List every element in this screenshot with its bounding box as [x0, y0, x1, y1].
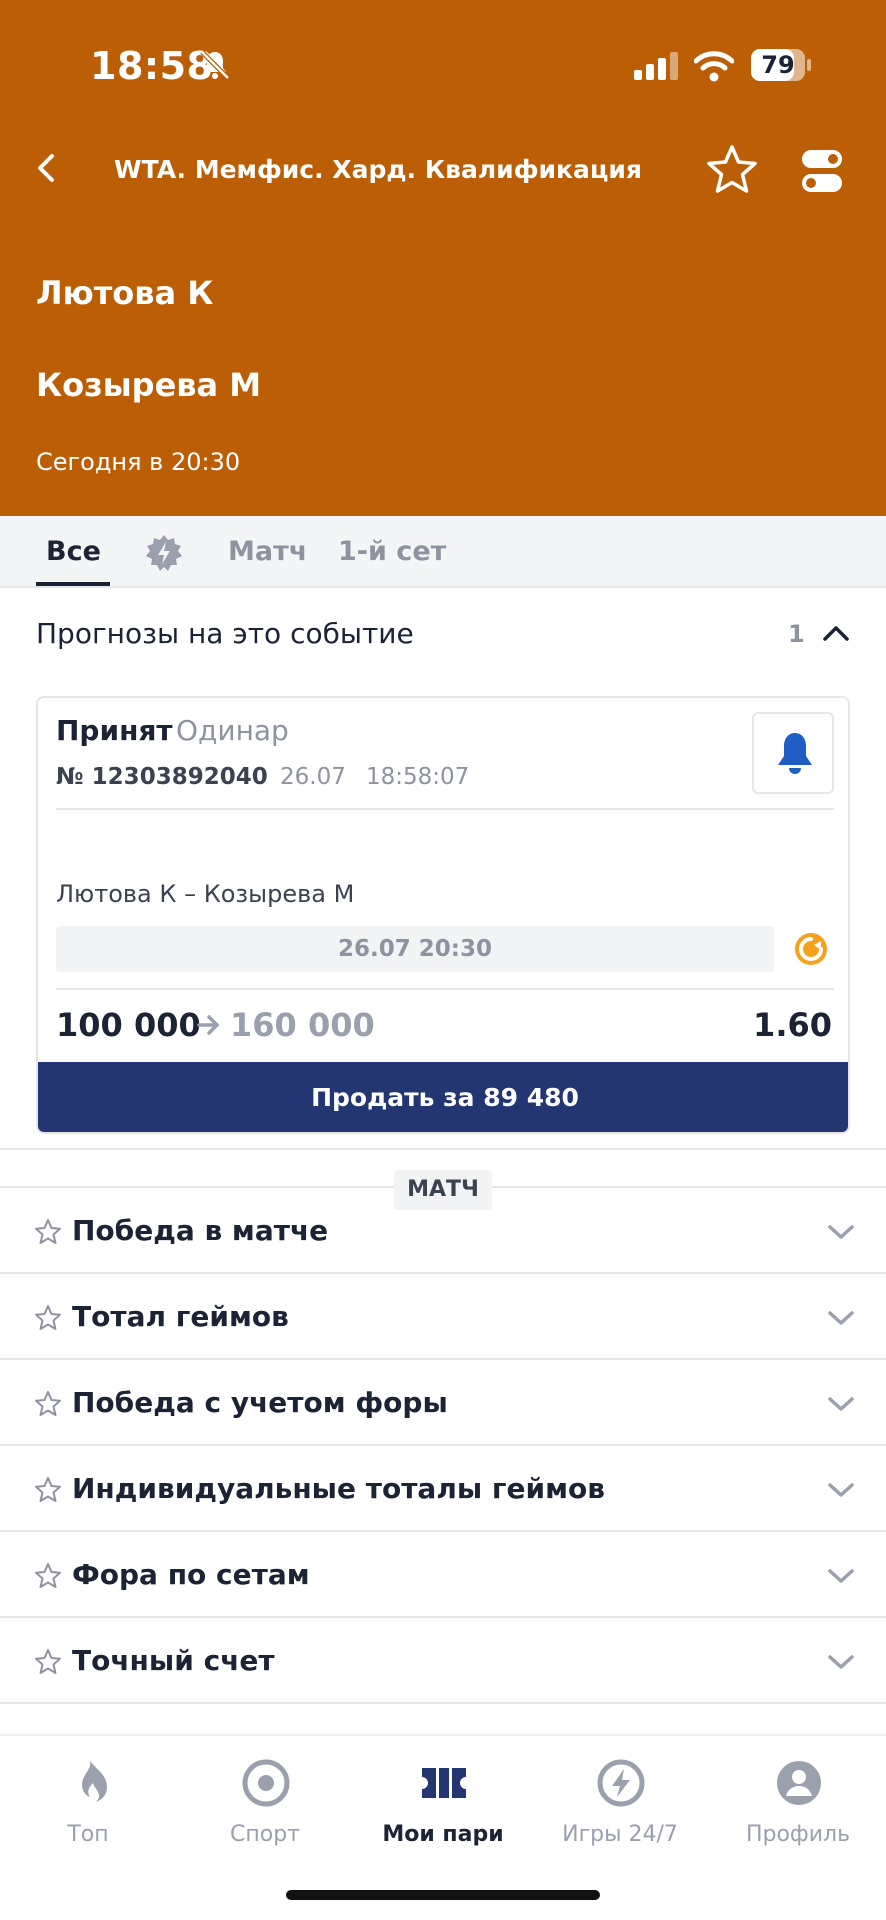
bet-time: 18:58:07 — [366, 764, 470, 790]
star-outline-icon[interactable] — [34, 1476, 62, 1504]
bet-number: № 12303892040 — [56, 764, 268, 790]
card-divider — [56, 808, 834, 810]
nav-item-top[interactable]: Топ — [8, 1750, 168, 1850]
notify-button[interactable] — [752, 712, 834, 794]
battery-level: 79 — [761, 51, 795, 79]
active-tab-indicator — [36, 582, 110, 586]
tab-first-set[interactable]: 1-й сет — [338, 536, 446, 567]
star-outline-icon[interactable] — [34, 1218, 62, 1246]
chevron-down-icon[interactable] — [826, 1650, 856, 1674]
boost-badge-icon[interactable] — [145, 534, 183, 572]
market-row-individual-totals[interactable]: Индивидуальные тоталы геймов — [0, 1446, 886, 1532]
status-time: 18:58 — [90, 44, 214, 88]
bet-payout: 160 000 — [230, 1006, 375, 1044]
bell-muted-icon — [200, 50, 230, 80]
nav-item-my-bets[interactable]: Мои пари — [363, 1750, 523, 1850]
tab-match[interactable]: Матч — [228, 536, 307, 567]
market-label: Фора по сетам — [72, 1558, 310, 1591]
nav-label: Топ — [67, 1822, 109, 1847]
nav-item-games[interactable]: Игры 24/7 — [540, 1750, 700, 1850]
user-icon — [777, 1761, 821, 1805]
market-label: Победа с учетом форы — [72, 1386, 448, 1419]
nav-item-profile[interactable]: Профиль — [718, 1750, 878, 1850]
wifi-icon — [694, 51, 734, 82]
bet-odds: 1.60 — [753, 1006, 832, 1044]
event-datetime-bar: 26.07 20:30 — [56, 926, 774, 972]
bet-stake: 100 000 — [56, 1006, 201, 1044]
tab-all[interactable]: Все — [46, 536, 101, 567]
market-row-exact-score[interactable]: Точный счет — [0, 1618, 886, 1704]
bet-status: Принят — [56, 714, 173, 747]
event-header: 18:58 79 WTA. Мемфис. Хард. Квалификация… — [0, 0, 886, 516]
market-label: Победа в матче — [72, 1214, 329, 1247]
sell-bet-button[interactable]: Продать за 89 480 — [38, 1062, 848, 1132]
bet-card: Принят Одинар № 12303892040 26.07 18:58:… — [36, 696, 850, 1134]
pending-status-icon — [795, 933, 827, 965]
nav-label: Спорт — [230, 1822, 300, 1847]
chevron-down-icon[interactable] — [826, 1392, 856, 1416]
predictions-title[interactable]: Прогнозы на это событие — [36, 617, 414, 650]
bet-date: 26.07 — [280, 764, 346, 790]
nav-item-sport[interactable]: Спорт — [185, 1750, 345, 1850]
bet-match-name: Лютова К – Козырева М — [56, 880, 355, 908]
chevron-down-icon[interactable] — [826, 1564, 856, 1588]
chevron-down-icon[interactable] — [826, 1306, 856, 1330]
star-outline-icon[interactable] — [34, 1304, 62, 1332]
settings-toggle-icon[interactable] — [800, 148, 844, 194]
nav-label: Игры 24/7 — [562, 1822, 678, 1847]
bell-icon — [778, 733, 812, 774]
flame-icon — [82, 1761, 107, 1802]
star-outline-icon[interactable] — [34, 1648, 62, 1676]
market-row-set-handicap[interactable]: Фора по сетам — [0, 1532, 886, 1618]
event-start-time: Сегодня в 20:30 — [36, 448, 241, 476]
ticket-icon — [422, 1768, 466, 1798]
league-title: WTA. Мемфис. Хард. Квалификация — [114, 155, 642, 184]
cellular-signal-icon — [634, 52, 678, 80]
player-two-name: Козырева М — [36, 366, 262, 404]
chevron-down-icon[interactable] — [826, 1478, 856, 1502]
market-row-match-winner[interactable]: Победа в матче — [0, 1188, 886, 1274]
favorite-star-icon[interactable] — [706, 144, 758, 194]
star-outline-icon[interactable] — [34, 1390, 62, 1418]
nav-label: Профиль — [745, 1822, 851, 1847]
predictions-count: 1 — [788, 620, 805, 648]
player-one-name: Лютова К — [36, 274, 214, 312]
chevron-down-icon[interactable] — [826, 1220, 856, 1244]
nav-label: Мои пари — [382, 1822, 504, 1847]
market-row-handicap[interactable]: Победа с учетом форы — [0, 1360, 886, 1446]
section-divider — [0, 1148, 886, 1150]
market-row-total-games[interactable]: Тотал геймов — [0, 1274, 886, 1360]
star-outline-icon[interactable] — [34, 1562, 62, 1590]
arrow-right-icon — [197, 1015, 219, 1035]
card-divider — [56, 988, 834, 990]
lightning-icon — [597, 1759, 645, 1807]
back-arrow-icon[interactable] — [32, 150, 62, 186]
market-label: Индивидуальные тоталы геймов — [72, 1472, 605, 1505]
home-indicator — [286, 1890, 600, 1900]
market-tabs: Все Матч 1-й сет — [0, 516, 886, 588]
bet-type: Одинар — [176, 714, 289, 747]
event-datetime: 26.07 20:30 — [338, 936, 492, 962]
chevron-up-icon[interactable] — [820, 618, 852, 648]
market-label: Тотал геймов — [72, 1300, 289, 1333]
target-icon — [242, 1759, 290, 1807]
market-label: Точный счет — [72, 1644, 275, 1677]
